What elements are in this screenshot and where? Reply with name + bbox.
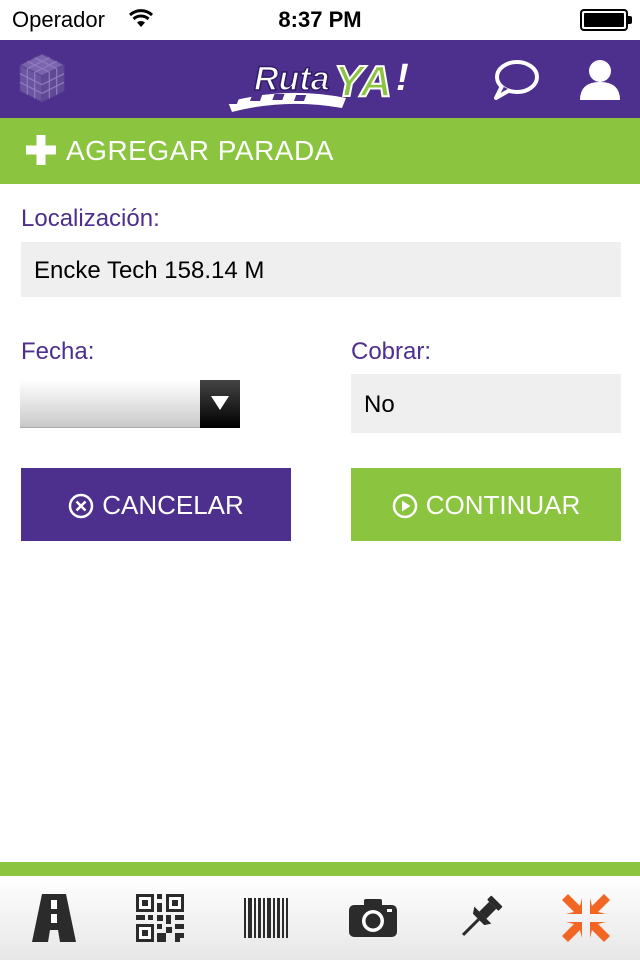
logo-text-ya: YA: [334, 57, 392, 106]
charge-field[interactable]: No: [351, 374, 621, 433]
continue-button[interactable]: CONTINUAR: [351, 468, 621, 541]
battery-icon: [580, 9, 632, 31]
app-logo: Ruta YA !: [226, 56, 409, 112]
road-icon[interactable]: [28, 892, 80, 944]
add-stop-title: AGREGAR PARADA: [66, 135, 334, 166]
logo-exclamation: !: [396, 57, 409, 99]
screen: Operador 8:37 PM Ruta YA ! AGREGAR PARAD…: [0, 0, 640, 960]
cancel-label: CANCELAR: [102, 490, 244, 520]
toolbar-divider: [0, 862, 640, 876]
chat-icon[interactable]: [492, 58, 540, 102]
location-field[interactable]: Encke Tech 158.14 M: [21, 242, 621, 297]
qr-code-icon[interactable]: [134, 892, 186, 944]
clock: 8:37 PM: [278, 7, 362, 32]
user-icon[interactable]: [578, 58, 622, 102]
collapse-arrows-icon[interactable]: [560, 892, 612, 944]
location-value: Encke Tech 158.14 M: [34, 257, 265, 284]
pin-icon[interactable]: [454, 892, 506, 944]
charge-label: Cobrar:: [351, 338, 432, 365]
cancel-button[interactable]: CANCELAR: [21, 468, 291, 541]
bottom-toolbar: [0, 876, 640, 960]
cancel-circle-icon: [68, 493, 94, 518]
add-stop-bar[interactable]: AGREGAR PARADA: [0, 118, 640, 184]
app-header: Ruta YA !: [0, 40, 640, 118]
play-circle-icon: [392, 493, 417, 518]
continue-label: CONTINUAR: [425, 490, 581, 520]
cube-icon[interactable]: [18, 52, 66, 104]
camera-icon[interactable]: [347, 892, 399, 944]
location-label: Localización:: [21, 205, 160, 232]
barcode-icon[interactable]: [240, 892, 292, 944]
charge-value: No: [364, 391, 395, 418]
date-label: Fecha:: [21, 338, 95, 365]
logo-text-ruta: Ruta: [254, 60, 330, 98]
date-select[interactable]: [20, 380, 240, 428]
status-bar: Operador 8:37 PM: [0, 0, 640, 40]
dropdown-arrow-icon: [200, 380, 240, 428]
plus-icon: [26, 135, 56, 165]
